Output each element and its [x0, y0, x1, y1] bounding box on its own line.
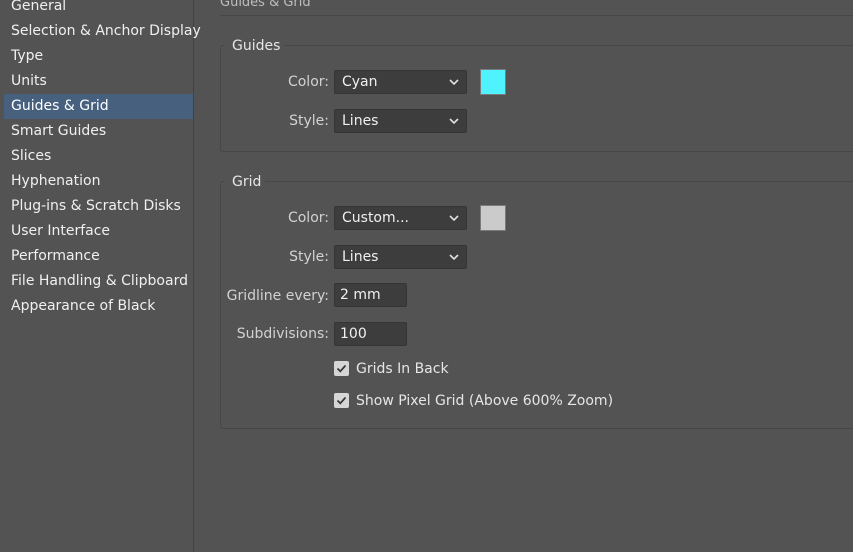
- title-divider: [220, 15, 853, 16]
- guides-color-swatch[interactable]: [480, 69, 506, 95]
- grids-in-back-option: Grids In Back: [334, 359, 554, 379]
- guides-group-legend: Guides: [224, 38, 285, 54]
- sidebar-item-selection-anchor-display[interactable]: Selection & Anchor Display: [4, 19, 201, 44]
- gridline-every-input[interactable]: 2 mm: [334, 283, 407, 307]
- sidebar-item-type[interactable]: Type: [4, 44, 193, 69]
- guides-group: [220, 45, 853, 152]
- page-title: Guides & Grid: [220, 0, 311, 10]
- grid-color-label: Color:: [287, 210, 329, 226]
- show-pixel-grid-option: Show Pixel Grid (Above 600% Zoom): [334, 391, 654, 411]
- show-pixel-grid-checkbox[interactable]: [334, 393, 349, 408]
- show-pixel-grid-label: Show Pixel Grid (Above 600% Zoom): [356, 393, 614, 409]
- grids-in-back-label: Grids In Back: [356, 361, 449, 377]
- gridline-every-label: Gridline every:: [226, 288, 329, 304]
- chevron-down-icon: [449, 118, 459, 125]
- sidebar-item-units[interactable]: Units: [4, 69, 193, 94]
- chevron-down-icon: [449, 215, 459, 222]
- sidebar-item-performance[interactable]: Performance: [4, 244, 193, 269]
- sidebar-item-hyphenation[interactable]: Hyphenation: [4, 169, 193, 194]
- sidebar-item-general[interactable]: General: [4, 0, 193, 19]
- guides-color-value: Cyan: [342, 74, 378, 90]
- grid-color-swatch[interactable]: [480, 205, 506, 231]
- grid-color-value: Custom...: [342, 210, 409, 226]
- sidebar-item-plugins-scratch-disks[interactable]: Plug-ins & Scratch Disks: [4, 194, 193, 219]
- checkmark-icon: [336, 396, 347, 405]
- grid-color-select[interactable]: Custom...: [334, 206, 467, 230]
- grid-style-select[interactable]: Lines: [334, 245, 467, 269]
- preferences-dialog: General Selection & Anchor Display Type …: [0, 0, 853, 552]
- guides-color-select[interactable]: Cyan: [334, 70, 467, 94]
- guides-style-label: Style:: [289, 113, 329, 129]
- sidebar-item-smart-guides[interactable]: Smart Guides: [4, 119, 193, 144]
- chevron-down-icon: [449, 79, 459, 86]
- grid-style-value: Lines: [342, 249, 379, 265]
- sidebar-item-slices[interactable]: Slices: [4, 144, 193, 169]
- sidebar-item-file-handling-clipboard[interactable]: File Handling & Clipboard: [4, 269, 193, 294]
- subdivisions-input[interactable]: 100: [334, 322, 407, 346]
- grid-style-label: Style:: [289, 249, 329, 265]
- preferences-category-list: General Selection & Anchor Display Type …: [4, 0, 201, 552]
- guides-style-value: Lines: [342, 113, 379, 129]
- guides-color-label: Color:: [287, 74, 329, 90]
- grids-in-back-checkbox[interactable]: [334, 361, 349, 376]
- sidebar-item-appearance-of-black[interactable]: Appearance of Black: [4, 294, 193, 319]
- checkmark-icon: [336, 364, 347, 373]
- guides-style-select[interactable]: Lines: [334, 109, 467, 133]
- grid-group-legend: Grid: [224, 174, 266, 190]
- chevron-down-icon: [449, 254, 459, 261]
- sidebar-item-user-interface[interactable]: User Interface: [4, 219, 193, 244]
- subdivisions-label: Subdivisions:: [236, 326, 329, 342]
- sidebar-item-guides-grid[interactable]: Guides & Grid: [4, 94, 193, 119]
